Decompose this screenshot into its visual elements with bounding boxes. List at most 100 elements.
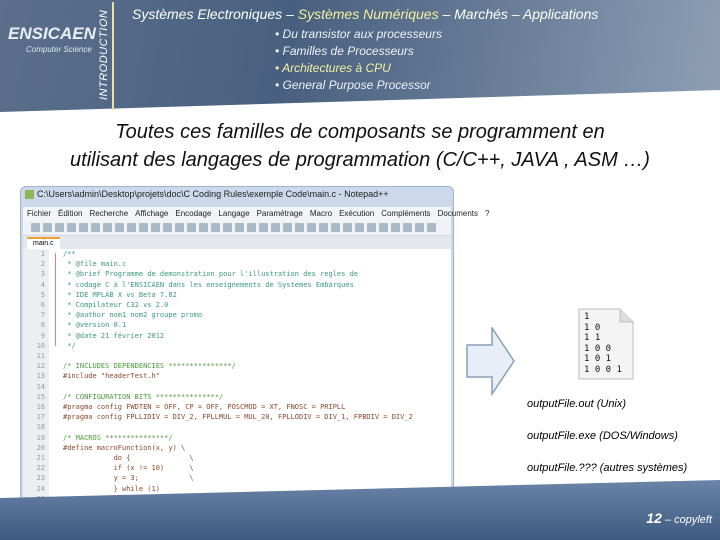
line-number: 24 <box>36 484 45 493</box>
line-number: 14 <box>36 382 45 391</box>
line-number: 17 <box>36 413 45 422</box>
notepad-window: C:\Users\admin\Desktop\projets\doc\C Cod… <box>20 186 489 532</box>
toolbar-button[interactable] <box>247 223 256 232</box>
line-number: 8 <box>40 321 45 330</box>
menu-item[interactable]: Fichier <box>27 209 51 218</box>
line-number: 16 <box>36 403 45 411</box>
toolbar-button[interactable] <box>175 223 184 232</box>
title-current: Systèmes Numériques <box>297 6 439 22</box>
code-line: * codage C à l'ENSICAEN dans les enseign… <box>63 280 354 289</box>
toolbar-button[interactable] <box>187 223 196 232</box>
menu-item[interactable]: Exécution <box>339 209 374 218</box>
toolbar-button[interactable] <box>391 223 400 232</box>
code-line: y = 3; \ <box>63 474 194 483</box>
output-file-other: outputFile.??? (autres systèmes) <box>527 462 688 474</box>
logo: ENSICAEN <box>8 24 96 43</box>
menu-item[interactable]: Affichage <box>135 209 168 218</box>
toolbar-button[interactable] <box>151 223 160 232</box>
toolbar-button[interactable] <box>223 223 232 232</box>
toolbar-button[interactable] <box>319 223 328 232</box>
toolbar-button[interactable] <box>79 223 88 232</box>
tab-bar: main.c <box>23 236 451 249</box>
toolbar-button[interactable] <box>331 223 340 232</box>
toolbar-button[interactable] <box>271 223 280 232</box>
code-line: * @version 0.1 <box>63 321 127 330</box>
lead-text: Toutes ces familles de composants se pro… <box>0 118 720 174</box>
toolbar-button[interactable] <box>199 223 208 232</box>
toolbar-button[interactable] <box>115 223 124 232</box>
divider <box>112 2 114 110</box>
line-number: 18 <box>36 423 45 432</box>
title-part: Systèmes Electroniques – <box>132 6 298 22</box>
line-number: 21 <box>36 454 45 462</box>
menu-item[interactable]: Édition <box>58 209 82 218</box>
toolbar-button[interactable] <box>67 223 76 232</box>
line-number: 23 <box>36 474 45 483</box>
bullet-current: Architectures à CPU <box>275 60 442 77</box>
tab-main-c[interactable]: main.c <box>27 237 60 249</box>
toolbar-button[interactable] <box>43 223 52 232</box>
toolbar-button[interactable] <box>307 223 316 232</box>
logo-subtitle: Computer Science <box>26 45 92 54</box>
menu-bar: Fichier Édition Recherche Affichage Encodage… <box>23 207 489 220</box>
code-line: * Compilateur C32 vs 2.0 <box>63 301 169 309</box>
line-number: 1 <box>40 250 45 258</box>
toolbar-button[interactable] <box>355 223 364 232</box>
code-line: /* INCLUDES DEPENDENCIES ***************… <box>63 362 236 371</box>
menu-item[interactable]: Langage <box>218 209 249 218</box>
fold-marker <box>55 253 56 346</box>
notepad-icon <box>25 190 34 200</box>
code-line: do { \ <box>63 454 194 462</box>
line-number: 7 <box>40 311 45 320</box>
toolbar-button[interactable] <box>211 223 220 232</box>
title-part: – Marchés – Applications <box>438 6 599 22</box>
output-file-unix: outputFile.out (Unix) <box>527 398 627 410</box>
code-line: */ <box>63 341 76 350</box>
code-line: * @author nom1 nom2 groupe promo <box>63 311 203 320</box>
toolbar-button[interactable] <box>415 223 424 232</box>
bullet: Familles de Processeurs <box>275 43 442 60</box>
page-num: 12 <box>646 510 662 526</box>
toolbar-button[interactable] <box>235 223 244 232</box>
window-title: C:\Users\admin\Desktop\projets\doc\C Cod… <box>25 189 389 200</box>
toolbar-button[interactable] <box>343 223 352 232</box>
menu-item[interactable]: Encodage <box>175 209 211 218</box>
window-title-text: C:\Users\admin\Desktop\projets\doc\C Cod… <box>37 189 389 199</box>
toolbar-button[interactable] <box>403 223 412 232</box>
bullet: Du transistor aux processeurs <box>275 26 442 43</box>
menu-item[interactable]: Recherche <box>89 209 128 218</box>
menu-item[interactable]: Documents <box>438 209 478 218</box>
line-number: 19 <box>36 433 45 442</box>
toolbar-button[interactable] <box>103 223 112 232</box>
menu-item[interactable]: Paramétrage <box>257 209 303 218</box>
slide-title: Systèmes Electroniques – Systèmes Numéri… <box>132 6 598 22</box>
toolbar-button[interactable] <box>259 223 268 232</box>
arrow-right-icon <box>466 327 515 397</box>
toolbar-button[interactable] <box>163 223 172 232</box>
code-line: * @brief Programme de demonstration pour… <box>63 270 359 279</box>
line-number: 5 <box>40 290 45 299</box>
line-number: 13 <box>36 372 45 381</box>
line-number: 20 <box>36 443 45 452</box>
toolbar-button[interactable] <box>127 223 136 232</box>
line-number: 3 <box>40 270 45 279</box>
line-number: 6 <box>40 301 45 309</box>
menu-item[interactable]: Macro <box>310 209 332 218</box>
toolbar-button[interactable] <box>139 223 148 232</box>
toolbar-button[interactable] <box>31 223 40 232</box>
menu-item[interactable]: ? <box>485 209 489 218</box>
toolbar-button[interactable] <box>295 223 304 232</box>
menu-item[interactable]: Compléments <box>381 209 430 218</box>
toolbar-button[interactable] <box>55 223 64 232</box>
line-number: 22 <box>36 464 45 473</box>
toolbar-button[interactable] <box>427 223 436 232</box>
code-line: * @file main.c <box>63 260 127 269</box>
toolbar-button[interactable] <box>91 223 100 232</box>
code-line: * @date 21 février 2012 <box>63 331 165 340</box>
toolbar-button[interactable] <box>283 223 292 232</box>
bullet: General Purpose Processor <box>275 77 442 94</box>
binary-digits: 1 1 0 1 1 1 0 0 1 0 1 1 0 0 1 <box>584 312 622 375</box>
toolbar-button[interactable] <box>379 223 388 232</box>
toolbar-button[interactable] <box>367 223 376 232</box>
line-number: 12 <box>36 362 45 371</box>
